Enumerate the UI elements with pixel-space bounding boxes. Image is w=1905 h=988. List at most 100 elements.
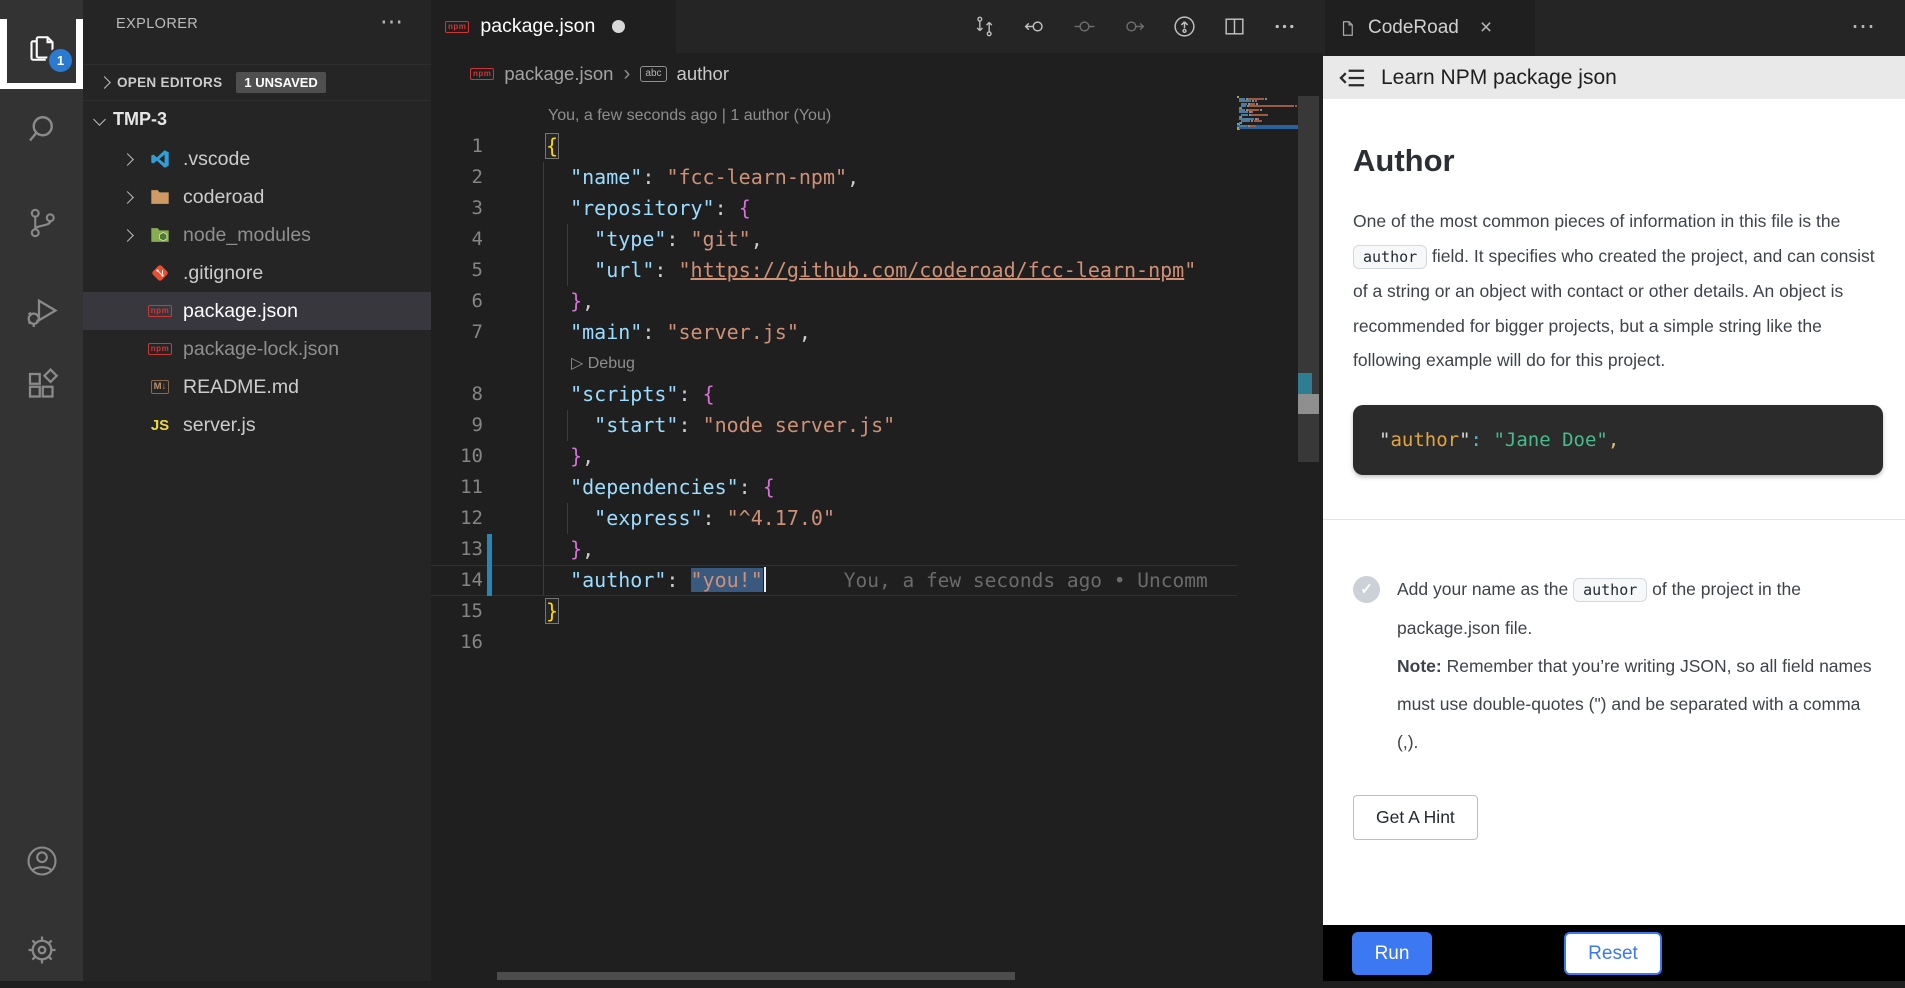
js-icon: JS bbox=[147, 417, 173, 434]
compare-changes-icon[interactable] bbox=[972, 14, 997, 39]
code-line-8[interactable]: 8 "scripts": { bbox=[431, 379, 1237, 410]
tree-item-server-js[interactable]: JSserver.js bbox=[83, 406, 431, 444]
explorer-badge: 1 bbox=[47, 47, 74, 74]
line-number: 1 bbox=[431, 131, 483, 162]
tree-item-package-json[interactable]: npmpackage.json bbox=[83, 292, 431, 330]
code-line-1[interactable]: 1{ bbox=[431, 131, 1237, 162]
overview-ruler-modified-decoration bbox=[1298, 373, 1312, 394]
breadcrumb-symbol[interactable]: author bbox=[677, 63, 729, 85]
npm-icon: npm bbox=[445, 21, 469, 33]
gutter bbox=[483, 503, 497, 534]
menu-back-icon[interactable] bbox=[1339, 67, 1366, 89]
code-line-2[interactable]: 2 "name": "fcc-learn-npm", bbox=[431, 162, 1237, 193]
gutter bbox=[483, 596, 497, 627]
sidebar-more-icon[interactable]: ⋯ bbox=[380, 8, 405, 35]
editor-tab-bar: npm package.json bbox=[431, 0, 1323, 53]
npm-icon: npm bbox=[147, 343, 173, 355]
modified-line-gutter bbox=[483, 534, 497, 565]
breadcrumb-file[interactable]: package.json bbox=[504, 63, 613, 85]
code-line-12[interactable]: 12 "express": "^4.17.0" bbox=[431, 503, 1237, 534]
minimap-line bbox=[1250, 105, 1294, 107]
code-line-16[interactable]: 16 bbox=[431, 627, 1237, 658]
vertical-scrollbar[interactable] bbox=[1298, 96, 1319, 462]
split-editor-icon[interactable] bbox=[1222, 14, 1247, 39]
next-change-icon[interactable] bbox=[1122, 14, 1147, 39]
previous-change-icon[interactable] bbox=[1022, 14, 1047, 39]
line-number: 12 bbox=[431, 503, 483, 534]
overview-ruler-cursor-decoration bbox=[1298, 394, 1319, 414]
code-line-15[interactable]: 15} bbox=[431, 596, 1237, 627]
line-number: 16 bbox=[431, 627, 483, 658]
code-editor[interactable]: You, a few seconds ago | 1 author (You)1… bbox=[431, 96, 1237, 658]
get-hint-button[interactable]: Get A Hint bbox=[1353, 795, 1478, 840]
close-icon[interactable]: × bbox=[1480, 16, 1492, 40]
modified-line-gutter bbox=[483, 565, 497, 596]
note-label: Note: bbox=[1397, 656, 1442, 676]
tree-item-readme-md[interactable]: M↓README.md bbox=[83, 368, 431, 406]
explorer-sidebar: EXPLORER ⋯ OPEN EDITORS 1 UNSAVED TMP-3 … bbox=[83, 0, 431, 981]
activity-item-settings[interactable] bbox=[0, 912, 83, 988]
gear-icon bbox=[24, 932, 60, 968]
tree-item-node-modules[interactable]: node_modules bbox=[83, 216, 431, 254]
active-indicator bbox=[0, 83, 83, 89]
divider bbox=[1323, 519, 1905, 520]
minimap-line bbox=[1254, 120, 1263, 122]
run-debug-icon bbox=[24, 294, 60, 330]
code-line-6[interactable]: 6 }, bbox=[431, 286, 1237, 317]
open-editors-label: OPEN EDITORS bbox=[117, 75, 222, 90]
unsaved-dot-icon[interactable] bbox=[612, 20, 625, 33]
unsaved-badge: 1 UNSAVED bbox=[236, 72, 325, 93]
line-number: 6 bbox=[431, 286, 483, 317]
tree-item--vscode[interactable]: .vscode bbox=[83, 140, 431, 178]
run-button[interactable]: Run bbox=[1352, 932, 1432, 975]
code-line-13[interactable]: 13 }, bbox=[431, 534, 1237, 565]
line-number: 3 bbox=[431, 193, 483, 224]
code-line-11[interactable]: 11 "dependencies": { bbox=[431, 472, 1237, 503]
tab-package-json[interactable]: npm package.json bbox=[431, 0, 676, 53]
more-actions-icon[interactable] bbox=[1272, 14, 1297, 39]
change-indicator-icon[interactable] bbox=[1072, 14, 1097, 39]
vscode-icon bbox=[147, 148, 173, 170]
line-number bbox=[431, 348, 483, 379]
open-editors-section[interactable]: OPEN EDITORS 1 UNSAVED bbox=[83, 64, 431, 101]
chevron-down-icon bbox=[93, 113, 106, 126]
tree-item-label: coderoad bbox=[183, 186, 264, 209]
chevron-right-icon bbox=[98, 76, 111, 89]
tree-item-package-lock-json[interactable]: npmpackage-lock.json bbox=[83, 330, 431, 368]
reset-button[interactable]: Reset bbox=[1564, 932, 1662, 975]
tree-item--gitignore[interactable]: .gitignore bbox=[83, 254, 431, 292]
activity-item-account[interactable] bbox=[0, 823, 83, 899]
code-line-3[interactable]: 3 "repository": { bbox=[431, 193, 1237, 224]
code-line-4[interactable]: 4 "type": "git", bbox=[431, 224, 1237, 255]
codelens-row[interactable]: You, a few seconds ago | 1 author (You) bbox=[431, 100, 1237, 131]
code-line-10[interactable]: 10 }, bbox=[431, 441, 1237, 472]
tab-coderoad[interactable]: CodeRoad × bbox=[1325, 0, 1535, 56]
line-number: 14 bbox=[431, 565, 483, 596]
code-line-5[interactable]: 5 "url": "https://github.com/coderoad/fc… bbox=[431, 255, 1237, 286]
activity-item-extensions[interactable] bbox=[0, 348, 83, 424]
code-line-14[interactable]: 14 "author": "you!"You, a few seconds ag… bbox=[431, 565, 1237, 596]
line-number: 7 bbox=[431, 317, 483, 348]
source-control-icon bbox=[24, 205, 60, 241]
panel-more-icon[interactable]: ⋯ bbox=[1851, 12, 1877, 41]
workspace-root[interactable]: TMP-3 bbox=[83, 101, 431, 138]
minimap[interactable] bbox=[1237, 96, 1298, 152]
activity-item-search[interactable] bbox=[0, 92, 83, 168]
node-folder-icon bbox=[147, 224, 173, 246]
code-line-7[interactable]: 7 "main": "server.js", bbox=[431, 317, 1237, 348]
activity-item-source-control[interactable] bbox=[0, 185, 83, 261]
tutorial-header: Learn NPM package json bbox=[1323, 56, 1905, 99]
run-circle-icon[interactable] bbox=[1172, 14, 1197, 39]
line-number: 8 bbox=[431, 379, 483, 410]
tab-label: package.json bbox=[480, 15, 595, 38]
horizontal-scrollbar[interactable] bbox=[497, 972, 1015, 980]
inline-code-chip: author bbox=[1353, 245, 1427, 269]
gutter bbox=[483, 286, 497, 317]
codelens-row[interactable]: ▷ Debug bbox=[431, 348, 1237, 379]
activity-bar: 1 bbox=[0, 0, 83, 981]
chevron-right-icon bbox=[121, 191, 134, 204]
code-line-9[interactable]: 9 "start": "node server.js" bbox=[431, 410, 1237, 441]
activity-item-explorer[interactable]: 1 bbox=[0, 9, 83, 85]
activity-item-run-debug[interactable] bbox=[0, 274, 83, 350]
tree-item-coderoad[interactable]: coderoad bbox=[83, 178, 431, 216]
